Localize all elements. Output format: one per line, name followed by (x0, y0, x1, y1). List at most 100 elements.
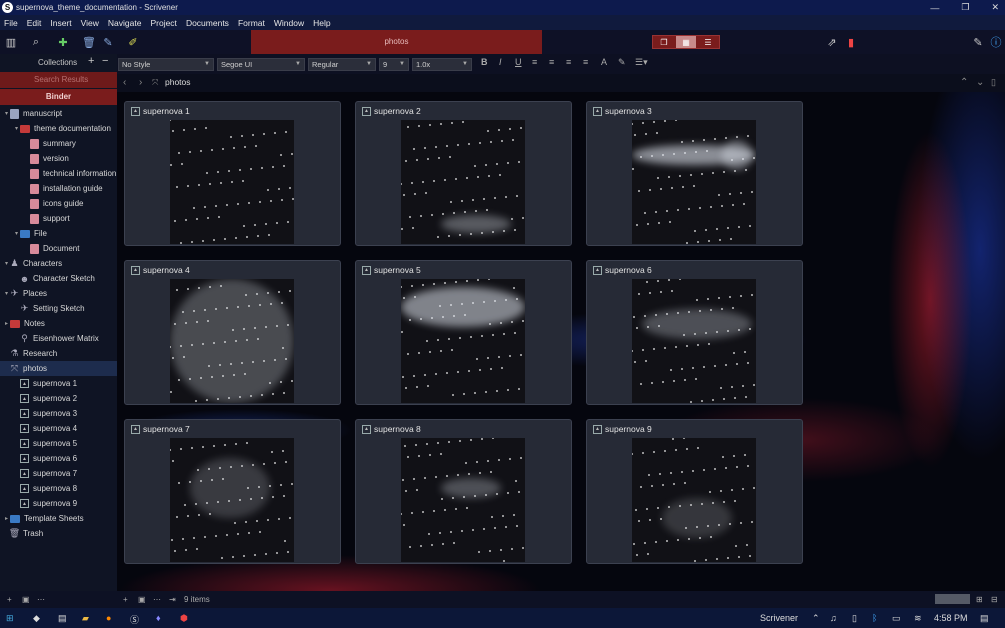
corkboard-view-icon[interactable]: ▦ (676, 36, 696, 48)
binder-item[interactable]: ▸ Template Sheets (0, 511, 117, 526)
index-card[interactable]: ▲ supernova 9 (586, 419, 803, 564)
binder-item[interactable]: ▾ ✈ Places (0, 286, 117, 301)
firefox-icon[interactable]: ● (106, 613, 111, 623)
taskbar-app-icon[interactable]: ◆ (33, 613, 40, 624)
index-card[interactable]: ▲ supernova 4 (124, 260, 341, 405)
expand-toggle-icon[interactable]: ▾ (3, 110, 10, 117)
underline-icon[interactable]: U (515, 57, 522, 67)
share-icon[interactable]: ⇗ (826, 36, 838, 49)
binder-item[interactable]: ▲ supernova 9 (0, 496, 117, 511)
down-icon[interactable]: ⌄ (976, 77, 984, 88)
binder-item[interactable]: ⤧ photos (0, 361, 117, 376)
add-collection-icon[interactable]: + (88, 55, 94, 67)
binder-item[interactable]: ▾ theme documentation (0, 121, 117, 136)
minimize-button[interactable]: — (930, 3, 939, 13)
collection-search-results[interactable]: Search Results (0, 72, 117, 88)
expand-toggle-icon[interactable]: ▾ (3, 290, 10, 297)
style-select[interactable]: No Style ▼ (118, 58, 214, 71)
binder-item[interactable]: technical information (0, 166, 117, 181)
view-layout-icon[interactable]: ▥ (5, 36, 17, 49)
forward-icon[interactable]: › (139, 77, 142, 88)
menu-edit[interactable]: Edit (27, 18, 42, 28)
menu-format[interactable]: Format (238, 18, 265, 28)
edit-icon[interactable]: ✎ (972, 36, 984, 49)
font-weight-select[interactable]: Regular ▼ (308, 58, 376, 71)
line-spacing-select[interactable]: 1.0x ▼ (412, 58, 472, 71)
grid-icon[interactable]: ⊞ (976, 595, 983, 604)
binder-item[interactable]: ✈ Setting Sketch (0, 301, 117, 316)
corkboard-add-icon[interactable]: + (123, 595, 128, 604)
scrivenings-view-icon[interactable]: ❐ (654, 36, 674, 48)
compose-icon[interactable]: ✐ (127, 36, 139, 49)
bookmark-icon[interactable]: ▮ (845, 36, 857, 49)
wifi-icon[interactable]: ≋ (914, 613, 922, 624)
up-icon[interactable]: ⌃ (960, 77, 968, 88)
align-center-icon[interactable]: ≡ (549, 57, 554, 67)
expand-toggle-icon[interactable]: ▸ (3, 515, 10, 522)
list-icon[interactable]: ☰▾ (635, 57, 648, 68)
align-right-icon[interactable]: ≡ (566, 57, 571, 67)
add-item-icon[interactable]: + (7, 595, 12, 604)
binder-item[interactable]: ⚗ Research (0, 346, 117, 361)
binder-item[interactable]: ▲ supernova 8 (0, 481, 117, 496)
outliner-view-icon[interactable]: ☰ (698, 36, 718, 48)
binder-item[interactable]: 🗑 Trash (0, 526, 117, 541)
card-size-slider[interactable] (935, 594, 970, 604)
expand-toggle-icon[interactable]: ▾ (13, 125, 20, 132)
file-explorer-icon[interactable]: ▰ (82, 613, 89, 624)
binder-item[interactable]: ⚲ Eisenhower Matrix (0, 331, 117, 346)
binder-item[interactable]: summary (0, 136, 117, 151)
index-card[interactable]: ▲ supernova 7 (124, 419, 341, 564)
menu-navigate[interactable]: Navigate (108, 18, 142, 28)
binder-item[interactable]: ▲ supernova 4 (0, 421, 117, 436)
text-color-icon[interactable]: A (601, 57, 607, 67)
binder-item[interactable]: ▲ supernova 3 (0, 406, 117, 421)
corkboard-arrange-icon[interactable]: ⇥ (169, 595, 176, 604)
italic-icon[interactable]: I (499, 57, 502, 67)
highlight-icon[interactable]: ✎ (618, 57, 626, 68)
bold-icon[interactable]: B (481, 57, 488, 67)
binder-item[interactable]: ▲ supernova 1 (0, 376, 117, 391)
binder-item[interactable]: ▾ ♟ Characters (0, 256, 117, 271)
binder-item[interactable]: ▾ File (0, 226, 117, 241)
volume-icon[interactable]: ♫ (830, 613, 837, 623)
tray-chevron-icon[interactable]: ⌃ (812, 613, 820, 624)
corkboard-folder-icon[interactable]: ▣ (138, 595, 146, 604)
add-icon[interactable]: ✚ (57, 36, 69, 49)
binder-item[interactable]: support (0, 211, 117, 226)
taskbar-app2-icon[interactable]: ♦ (156, 613, 161, 623)
expand-toggle-icon[interactable]: ▾ (13, 230, 20, 237)
justify-icon[interactable]: ≡ (583, 57, 588, 67)
binder-item[interactable]: version (0, 151, 117, 166)
index-card[interactable]: ▲ supernova 1 (124, 101, 341, 246)
font-select[interactable]: Segoe UI ▼ (217, 58, 305, 71)
binder-item[interactable]: ▲ supernova 5 (0, 436, 117, 451)
taskbar-clock[interactable]: 4:58 PM (934, 613, 968, 623)
taskbar-app3-icon[interactable]: ⬢ (180, 613, 188, 624)
index-card[interactable]: ▲ supernova 6 (586, 260, 803, 405)
collection-binder[interactable]: Binder (0, 89, 117, 105)
info-icon[interactable]: ⓘ (990, 36, 1002, 49)
menu-documents[interactable]: Documents (186, 18, 229, 28)
binder-item[interactable]: installation guide (0, 181, 117, 196)
usb-icon[interactable]: ▯ (852, 613, 857, 624)
notification-icon[interactable]: ▤ (980, 613, 989, 624)
split-view-icon[interactable]: ▯ (991, 77, 996, 88)
back-icon[interactable]: ‹ (123, 77, 126, 88)
binder-item[interactable]: Document (0, 241, 117, 256)
scrivener-taskbar-icon[interactable]: Ⓢ (130, 613, 139, 626)
index-card[interactable]: ▲ supernova 3 (586, 101, 803, 246)
expand-toggle-icon[interactable]: ▾ (3, 260, 10, 267)
index-card[interactable]: ▲ supernova 8 (355, 419, 572, 564)
menu-project[interactable]: Project (150, 18, 176, 28)
table-icon[interactable]: ⊟ (991, 595, 998, 604)
add-folder-icon[interactable]: ▣ (22, 595, 30, 604)
binder-item[interactable]: ☻ Character Sketch (0, 271, 117, 286)
attachment-icon[interactable]: ✎ (102, 36, 114, 49)
font-size-select[interactable]: 9 ▼ (379, 58, 409, 71)
more-icon[interactable]: ⋯ (37, 595, 45, 604)
binder-item[interactable]: icons guide (0, 196, 117, 211)
maximize-button[interactable]: ❐ (961, 2, 969, 13)
trash-icon[interactable]: 🗑 (82, 36, 96, 49)
menu-view[interactable]: View (81, 18, 99, 28)
